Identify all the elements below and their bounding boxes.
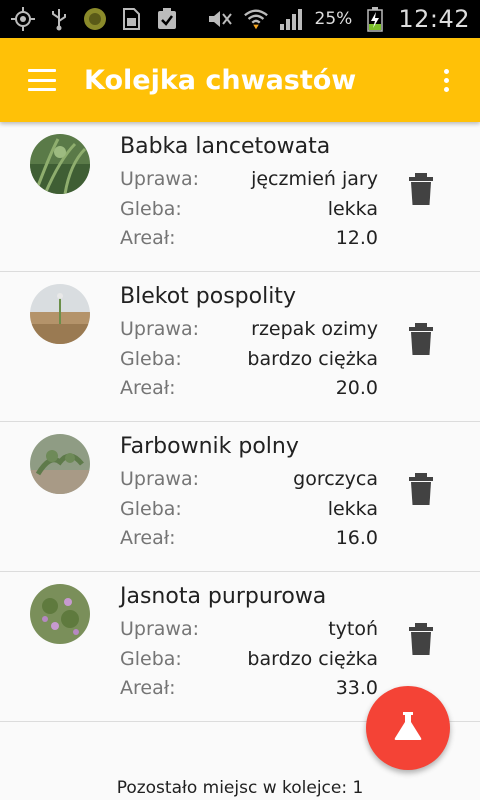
clock: 12:42 <box>398 5 470 33</box>
weed-name: Jasnota purpurowa <box>120 584 327 609</box>
crop-value: rzepak ozimy <box>251 318 378 340</box>
soil-value: bardzo ciężka <box>247 348 378 370</box>
crop-row: Uprawa: gorczyca <box>120 468 378 490</box>
app-bar: Kolejka chwastów <box>0 38 480 122</box>
delete-icon[interactable] <box>406 622 436 656</box>
crop-row: Uprawa: rzepak ozimy <box>120 318 378 340</box>
area-value: 33.0 <box>335 677 378 699</box>
status-bar-left <box>10 6 180 32</box>
crop-value: tytoń <box>328 618 378 640</box>
delete-icon[interactable] <box>406 172 436 206</box>
soil-value: lekka <box>327 498 378 520</box>
more-options-icon[interactable] <box>426 60 466 100</box>
weed-name: Babka lancetowata <box>120 134 331 159</box>
battery-charging-icon <box>362 6 388 32</box>
weed-queue-list: Babka lancetowata Uprawa: jęczmień jary G… <box>0 122 480 722</box>
soil-row: Gleba: bardzo ciężka <box>120 648 378 670</box>
soil-label: Gleba: <box>120 198 182 220</box>
weed-thumbnail <box>30 284 90 344</box>
area-row: Areał: 16.0 <box>120 527 378 549</box>
area-label: Areał: <box>120 377 176 399</box>
soil-row: Gleba: lekka <box>120 198 378 220</box>
soil-row: Gleba: bardzo ciężka <box>120 348 378 370</box>
status-bar: 25% 12:42 <box>0 0 480 38</box>
list-item[interactable]: Blekot pospolity Uprawa: rzepak ozimy Gle… <box>0 272 480 422</box>
crop-label: Uprawa: <box>120 318 200 340</box>
clipboard-check-icon <box>154 6 180 32</box>
mute-icon <box>207 6 233 32</box>
area-label: Areał: <box>120 677 176 699</box>
wifi-icon <box>243 6 269 32</box>
area-label: Areał: <box>120 527 176 549</box>
area-value: 20.0 <box>335 377 378 399</box>
flask-icon <box>391 709 425 747</box>
app-title: Kolejka chwastów <box>84 64 357 96</box>
weed-thumbnail <box>30 434 90 494</box>
list-item[interactable]: Babka lancetowata Uprawa: jęczmień jary G… <box>0 122 480 272</box>
weed-thumbnail <box>30 134 90 194</box>
area-row: Areał: 12.0 <box>120 227 378 249</box>
battery-percent: 25% <box>314 9 353 29</box>
area-value: 12.0 <box>335 227 378 249</box>
app-notification-icon <box>82 6 108 32</box>
crop-row: Uprawa: tytoń <box>120 618 378 640</box>
crop-label: Uprawa: <box>120 618 200 640</box>
soil-label: Gleba: <box>120 498 182 520</box>
weed-thumbnail <box>30 584 90 644</box>
delete-icon[interactable] <box>406 322 436 356</box>
crop-value: gorczyca <box>293 468 378 490</box>
area-row: Areał: 20.0 <box>120 377 378 399</box>
weed-name: Farbownik polny <box>120 434 299 459</box>
crop-row: Uprawa: jęczmień jary <box>120 168 378 190</box>
soil-label: Gleba: <box>120 648 182 670</box>
soil-value: bardzo ciężka <box>247 648 378 670</box>
usb-icon <box>46 6 72 32</box>
signal-icon <box>279 6 305 32</box>
weed-name: Blekot pospolity <box>120 284 296 309</box>
soil-row: Gleba: lekka <box>120 498 378 520</box>
delete-icon[interactable] <box>406 472 436 506</box>
status-bar-right: 25% 12:42 <box>207 5 470 33</box>
crop-label: Uprawa: <box>120 168 200 190</box>
area-label: Areał: <box>120 227 176 249</box>
gps-icon <box>10 6 36 32</box>
crop-label: Uprawa: <box>120 468 200 490</box>
soil-label: Gleba: <box>120 348 182 370</box>
area-row: Areał: 33.0 <box>120 677 378 699</box>
remaining-slots-text: Pozostało miejsc w kolejce: 1 <box>116 778 364 798</box>
sim-card-icon <box>118 6 144 32</box>
list-item[interactable]: Farbownik polny Uprawa: gorczyca Gleba: le… <box>0 422 480 572</box>
run-analysis-button[interactable] <box>366 686 450 770</box>
hamburger-menu-icon[interactable] <box>28 69 56 91</box>
area-value: 16.0 <box>335 527 378 549</box>
soil-value: lekka <box>327 198 378 220</box>
crop-value: jęczmień jary <box>251 168 378 190</box>
